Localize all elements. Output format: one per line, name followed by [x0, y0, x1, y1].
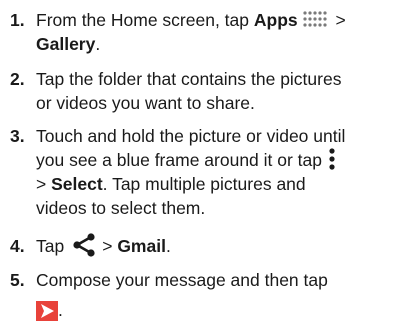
gallery-label: Gallery [36, 34, 96, 54]
instruction-steps: 1. From the Home screen, tap Apps > Gall… [0, 0, 395, 321]
text-run: Tap [36, 236, 65, 256]
text-run: . [165, 236, 171, 256]
step-line: or videos you want to share. [36, 93, 255, 113]
step-number: 2. [10, 69, 25, 89]
text-run: > [36, 174, 52, 195]
step-text: Tap > Gmail. [36, 233, 385, 259]
apps-label: Apps [253, 10, 298, 30]
select-label: Select [51, 174, 103, 195]
step-number: 4. [10, 236, 25, 256]
step-text: Touch and hold the picture or video unti… [36, 124, 385, 220]
step-line: Gallery. [36, 32, 385, 56]
step-1: 1. From the Home screen, tap Apps > Gall… [10, 8, 385, 58]
step-4: 4. Tap > Gmail. [10, 233, 385, 260]
step-5: 5. Compose your message and then tap . [10, 268, 385, 321]
step-number: 3. [10, 126, 25, 146]
text-run: . [58, 300, 63, 320]
step-number: 5. [10, 270, 25, 290]
text-run: > [102, 236, 118, 256]
step-line: Compose your message and then tap [36, 270, 328, 290]
send-icon [36, 301, 58, 321]
step-line: Tap the folder that contains the picture… [36, 69, 342, 89]
step-3: 3. Touch and hold the picture or video u… [10, 124, 385, 224]
step-line: > Select. Tap multiple pictures and [36, 172, 385, 196]
more-vertical-icon [329, 148, 335, 170]
text-run: . Tap multiple pictures and [102, 174, 306, 195]
step-text: From the Home screen, tap Apps > Gallery… [36, 8, 385, 56]
text-run: > [330, 10, 346, 30]
step-line: videos to select them. [36, 198, 206, 219]
step-text: Tap the folder that contains the picture… [36, 67, 385, 115]
apps-grid-icon [303, 11, 327, 27]
step-line: From the Home screen, tap Apps > [36, 8, 385, 32]
step-number: 1. [10, 10, 25, 30]
step-line: Tap > Gmail. [36, 233, 385, 259]
gmail-label: Gmail [117, 236, 166, 256]
step-text: Compose your message and then tap . [36, 268, 385, 321]
step-2: 2. Tap the folder that contains the pict… [10, 67, 385, 117]
text-run: From the Home screen, tap [36, 10, 254, 30]
step-line: you see a blue frame around it or tap [36, 148, 385, 172]
text-run: you see a blue frame around it or tap [36, 150, 323, 170]
share-icon [73, 233, 95, 257]
step-line: Touch and hold the picture or video unti… [36, 126, 346, 146]
text-run: . [95, 34, 101, 54]
step-line: . [36, 292, 385, 321]
